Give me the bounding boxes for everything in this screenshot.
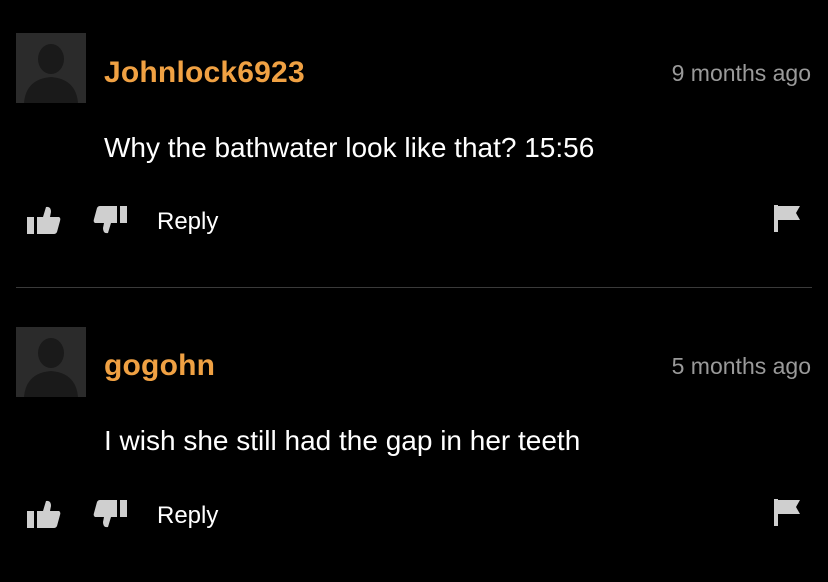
comment-actions: Reply [0, 494, 828, 534]
reply-button[interactable]: Reply [157, 502, 218, 530]
comment-item: gogohn 5 months ago I wish she still had… [0, 0, 828, 582]
comment-text: I wish she still had the gap in her teet… [104, 425, 581, 456]
user-avatar-icon [24, 338, 78, 397]
comment-timestamp: 5 months ago [671, 353, 811, 379]
comment-username[interactable]: gogohn [104, 349, 215, 383]
thumbs-down-icon[interactable] [92, 499, 128, 534]
avatar[interactable] [16, 327, 86, 397]
thumbs-up-icon[interactable] [26, 499, 62, 534]
flag-icon[interactable] [772, 497, 802, 532]
